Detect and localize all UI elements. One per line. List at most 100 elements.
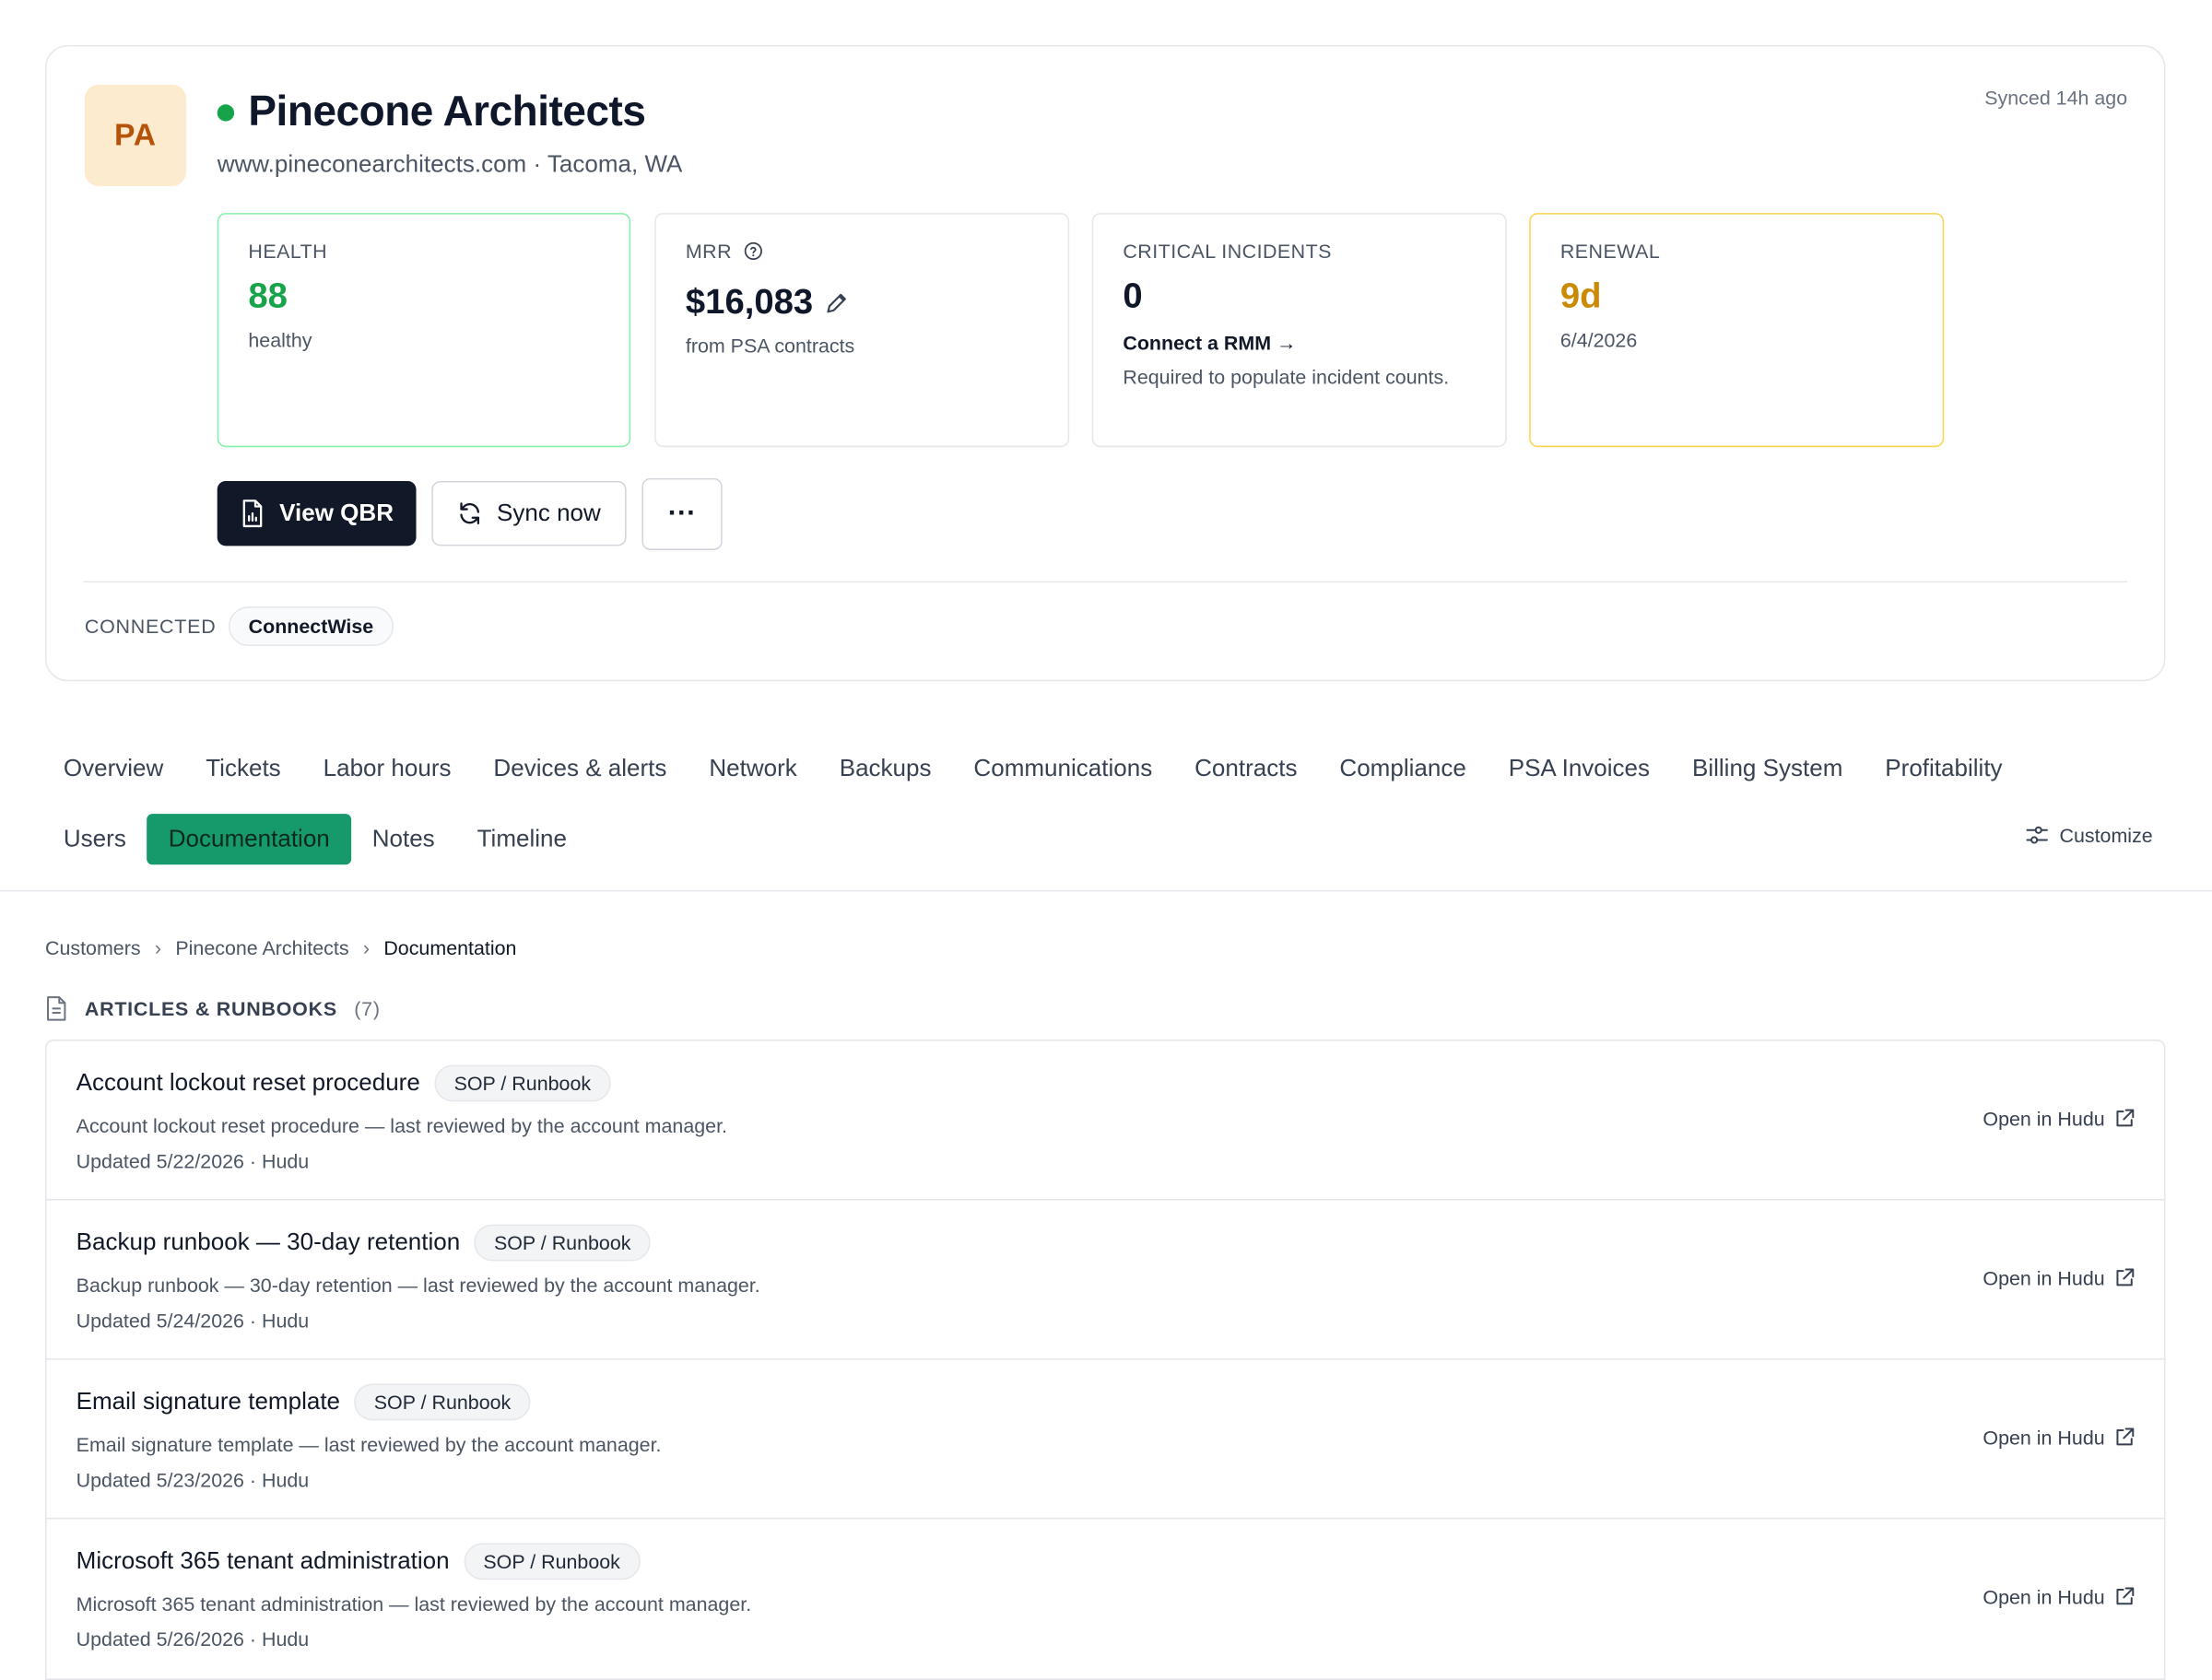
customer-header-card: PA Pinecone Architects www.pineconearchi… [44, 44, 2166, 682]
article-title-row: Backup runbook — 30-day retention SOP / … [76, 1224, 2135, 1262]
article-meta: Updated 5/22/2026 · Hudu [76, 1149, 310, 1172]
article-description: Backup runbook — 30-day retention — last… [76, 1274, 760, 1297]
incidents-sub: Required to populate incident counts. [1123, 365, 1450, 388]
tabs-row-2: Users Documentation Notes Timeline [42, 813, 588, 866]
tabs-divider [0, 889, 2212, 892]
mrr-label-row: MRR [685, 240, 1039, 263]
renewal-label: RENEWAL [1559, 240, 1661, 263]
list-item: Backup runbook — 30-day retention SOP / … [46, 1201, 2164, 1360]
open-in-hudu-link[interactable]: Open in Hudu [1983, 1107, 2135, 1131]
refresh-icon [460, 502, 480, 525]
article-title[interactable]: Email signature template [76, 1388, 340, 1416]
report-file-icon [242, 499, 263, 528]
tab-psa-invoices[interactable]: PSA Invoices [1488, 744, 1671, 794]
article-description: Microsoft 365 tenant administration — la… [76, 1592, 752, 1615]
customize-button[interactable]: Customize [2026, 824, 2153, 846]
tab-compliance[interactable]: Compliance [1318, 744, 1487, 794]
open-link-label: Open in Hudu [1983, 1585, 2105, 1608]
sliders-icon [2026, 826, 2048, 844]
open-link-label: Open in Hudu [1983, 1107, 2105, 1131]
article-description: Email signature template — last reviewed… [76, 1433, 662, 1456]
external-link-icon [2116, 1587, 2135, 1605]
article-description: Account lockout reset procedure — last r… [76, 1114, 728, 1137]
open-in-hudu-link[interactable]: Open in Hudu [1983, 1426, 2135, 1449]
article-title[interactable]: Account lockout reset procedure [76, 1069, 420, 1098]
sync-status: Synced 14h ago [1984, 86, 2128, 109]
health-card: HEALTH 88 healthy [217, 213, 631, 448]
mrr-card: MRR $16,083 from PSA contracts [654, 213, 1070, 448]
article-title-row: Account lockout reset procedure SOP / Ru… [76, 1064, 2135, 1102]
sync-now-button[interactable]: Sync now [431, 480, 627, 546]
tab-devices-alerts[interactable]: Devices & alerts [472, 744, 688, 794]
health-sub: healthy [248, 328, 312, 352]
article-meta: Updated 5/23/2026 · Hudu [76, 1468, 310, 1491]
more-actions-button[interactable]: ··· [641, 477, 723, 550]
list-item: Microsoft 365 tenant administration SOP … [47, 1519, 2164, 1678]
tab-backups[interactable]: Backups [818, 744, 953, 794]
open-in-hudu-link[interactable]: Open in Hudu [1983, 1585, 2135, 1608]
tab-billing-system[interactable]: Billing System [1671, 744, 1864, 794]
external-link-icon [2116, 1268, 2135, 1286]
tabs-row-1: Overview Tickets Labor hours Devices & a… [42, 742, 2024, 795]
breadcrumb: Customers › Pinecone Architects › Docume… [45, 936, 516, 958]
article-title[interactable]: Microsoft 365 tenant administration [76, 1547, 450, 1576]
integration-chip-connectwise[interactable]: ConnectWise [229, 606, 394, 647]
tab-overview[interactable]: Overview [42, 744, 184, 794]
open-link-label: Open in Hudu [1983, 1426, 2105, 1449]
company-subline: www.pineconearchitects.com · Tacoma, WA [217, 150, 683, 178]
breadcrumb-customers[interactable]: Customers [45, 936, 141, 958]
article-tag: SOP / Runbook [354, 1383, 531, 1421]
breadcrumb-current: Documentation [383, 936, 517, 959]
connected-integrations: CONNECTED ConnectWise [84, 606, 394, 647]
tab-labor-hours[interactable]: Labor hours [302, 744, 473, 794]
external-link-icon [2116, 1109, 2135, 1127]
tab-documentation[interactable]: Documentation [147, 814, 351, 865]
title-row: Pinecone Architects [217, 88, 646, 136]
header-divider [83, 581, 2128, 583]
chevron-right-icon: › [362, 936, 371, 959]
chevron-right-icon: › [154, 936, 162, 959]
health-value: 88 [248, 276, 288, 316]
open-in-hudu-link[interactable]: Open in Hudu [1983, 1266, 2135, 1289]
article-meta: Updated 5/24/2026 · Hudu [76, 1309, 310, 1332]
tab-contracts[interactable]: Contracts [1173, 744, 1318, 794]
tab-communications[interactable]: Communications [952, 744, 1173, 794]
critical-incidents-card: CRITICAL INCIDENTS 0 Connect a RMM → Req… [1091, 213, 1507, 448]
list-item: Email signature template SOP / Runbook E… [46, 1360, 2164, 1520]
articles-list: Account lockout reset procedure SOP / Ru… [44, 1040, 2166, 1680]
status-dot-icon [217, 104, 235, 122]
incidents-value: 0 [1123, 276, 1143, 316]
tab-timeline[interactable]: Timeline [456, 814, 588, 864]
tab-tickets[interactable]: Tickets [184, 744, 301, 794]
connected-label: CONNECTED [84, 615, 217, 638]
connect-rmm-link[interactable]: Connect a RMM → [1123, 332, 1476, 354]
page-root: PA Pinecone Architects www.pineconearchi… [0, 0, 2212, 1680]
renewal-date: 6/4/2026 [1559, 328, 1638, 352]
list-item: Account lockout reset procedure SOP / Ru… [46, 1041, 2164, 1201]
article-title[interactable]: Backup runbook — 30-day retention [76, 1228, 461, 1257]
mrr-sub: from PSA contracts [685, 334, 855, 358]
mrr-label: MRR [685, 240, 733, 263]
incidents-label: CRITICAL INCIDENTS [1123, 240, 1332, 263]
help-circle-icon[interactable] [743, 241, 762, 261]
page-title: Pinecone Architects [248, 88, 646, 135]
tab-network[interactable]: Network [688, 744, 818, 794]
external-link-icon [2116, 1427, 2135, 1446]
tab-profitability[interactable]: Profitability [1864, 744, 2023, 794]
view-qbr-button[interactable]: View QBR [217, 480, 417, 546]
mrr-value-row: $16,083 [686, 282, 1039, 323]
customize-label: Customize [2059, 823, 2153, 847]
tab-users[interactable]: Users [42, 814, 147, 864]
health-label: HEALTH [248, 240, 328, 263]
edit-pencil-icon[interactable] [824, 290, 850, 316]
renewal-card: RENEWAL 9d 6/4/2026 [1529, 213, 1945, 448]
view-qbr-label: View QBR [279, 499, 394, 526]
mrr-value: $16,083 [685, 282, 814, 322]
open-link-label: Open in Hudu [1983, 1266, 2105, 1289]
article-meta: Updated 5/26/2026 · Hudu [76, 1627, 310, 1651]
section-heading: ARTICLES & RUNBOOKS (7) [45, 996, 381, 1022]
tab-notes[interactable]: Notes [351, 814, 456, 864]
breadcrumb-company[interactable]: Pinecone Architects [175, 936, 348, 958]
article-title-row: Microsoft 365 tenant administration SOP … [76, 1543, 2135, 1580]
renewal-value: 9d [1559, 276, 1602, 316]
